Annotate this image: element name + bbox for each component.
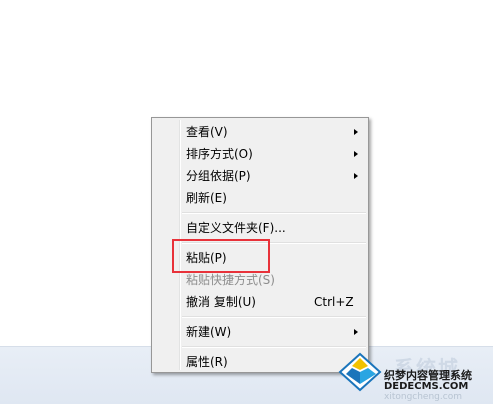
watermark: 系统城 织梦内容管理系统 DEDECMS.COM xitongcheng.com <box>338 350 493 403</box>
menu-item-properties[interactable]: 属性(R) <box>154 351 366 373</box>
paste-highlight-box <box>172 239 270 273</box>
submenu-arrow-icon <box>354 173 358 179</box>
submenu-arrow-icon <box>354 329 358 335</box>
menu-item-refresh[interactable]: 刷新(E) <box>154 187 366 209</box>
menu-item-label: 分组依据(P) <box>186 169 251 183</box>
menu-item-label: 查看(V) <box>186 125 228 139</box>
menu-item-view[interactable]: 查看(V) <box>154 121 366 143</box>
watermark-url: xitongcheng.com <box>384 392 462 402</box>
submenu-arrow-icon <box>354 151 358 157</box>
menu-separator <box>182 346 366 348</box>
menu-item-customize-folder[interactable]: 自定义文件夹(F)... <box>154 217 366 239</box>
menu-item-group-by[interactable]: 分组依据(P) <box>154 165 366 187</box>
menu-item-label: 属性(R) <box>186 355 228 369</box>
menu-item-label: 刷新(E) <box>186 191 227 205</box>
menu-separator <box>182 212 366 214</box>
logo-icon <box>338 352 382 392</box>
menu-item-label: 新建(W) <box>186 325 232 339</box>
menu-item-sort-by[interactable]: 排序方式(O) <box>154 143 366 165</box>
menu-item-undo-copy[interactable]: 撤消 复制(U) Ctrl+Z <box>154 291 366 313</box>
menu-item-label: 撤消 复制(U) <box>186 295 256 309</box>
menu-item-label: 自定义文件夹(F)... <box>186 221 286 235</box>
menu-item-new[interactable]: 新建(W) <box>154 321 366 343</box>
menu-separator <box>182 316 366 318</box>
menu-item-shortcut: Ctrl+Z <box>314 295 354 309</box>
watermark-brand-en: DEDECMS.COM <box>384 381 469 392</box>
menu-item-label: 排序方式(O) <box>186 147 253 161</box>
submenu-arrow-icon <box>354 129 358 135</box>
